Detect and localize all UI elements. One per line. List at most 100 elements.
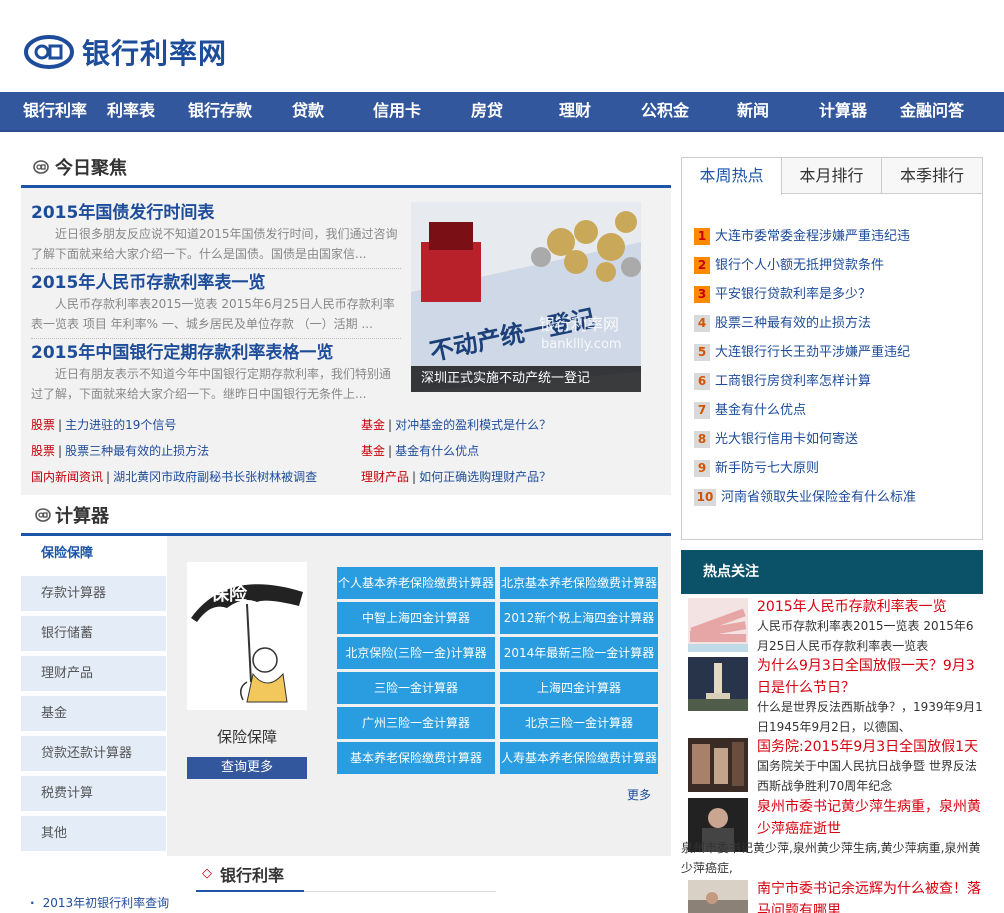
ranking-item-text[interactable]: 光大银行信用卡如何寄送: [715, 432, 858, 447]
insurance-label: 保险保障: [216, 728, 277, 746]
hot-item[interactable]: 泉州市委书记黄少萍生病重，泉州黄少萍癌症逝世 泉州市委书记黄少萍,泉州黄少萍生病…: [681, 796, 983, 876]
side-item-savings[interactable]: 银行储蓄: [21, 616, 166, 652]
ranking-item[interactable]: 5 大连银行行长王劲平涉嫌严重违纪: [694, 342, 910, 364]
ranking-item-text[interactable]: 平安银行贷款利率是多少？: [715, 287, 871, 302]
ranking-item[interactable]: 7 基金有什么优点: [694, 400, 806, 422]
ranking-item[interactable]: 4 股票三种最有效的止损方法: [694, 313, 871, 335]
ranking-item[interactable]: 9 新手防亏七大原则: [694, 458, 819, 480]
link-text[interactable]: 主力进驻的19个信号: [65, 418, 176, 432]
nav-item-housing-fund[interactable]: 公积金: [632, 92, 698, 132]
side-item-fund[interactable]: 基金: [21, 696, 166, 732]
site-logo[interactable]: 银行利率网: [24, 30, 254, 74]
bank-rate-link[interactable]: · 2013年初银行利率查询: [30, 894, 169, 911]
tab-this-month[interactable]: 本月排行: [782, 158, 882, 194]
ranking-item-text[interactable]: 河南省领取失业保险金有什么标准: [721, 490, 916, 505]
calc-button[interactable]: 中智上海四金计算器: [337, 602, 495, 634]
calc-button[interactable]: 个人基本养老保险缴费计算器: [337, 567, 495, 599]
hot-item-title[interactable]: 2015年人民币存款利率表一览: [757, 596, 947, 618]
quick-link[interactable]: 国内新闻资讯 | 湖北黄冈市政府副秘书长张树林被调查: [31, 468, 317, 485]
side-item-loan-calc[interactable]: 贷款还款计算器: [21, 736, 166, 772]
link-separator: |: [58, 418, 63, 432]
side-item-other[interactable]: 其他: [21, 816, 166, 852]
hot-item[interactable]: 2015年人民币存款利率表一览 人民币存款利率表2015一览表 2015年6月2…: [681, 596, 983, 654]
ranking-item[interactable]: 2 银行个人小额无抵押贷款条件: [694, 255, 884, 277]
article-title[interactable]: 2015年国债发行时间表: [31, 202, 401, 224]
hot-thumbnail[interactable]: [688, 738, 748, 792]
hot-thumbnail[interactable]: [688, 598, 748, 652]
link-category[interactable]: 股票: [31, 418, 55, 432]
calc-button[interactable]: 人寿基本养老保险缴费计算器: [500, 742, 658, 774]
calc-button[interactable]: 上海四金计算器: [500, 672, 658, 704]
link-category[interactable]: 理财产品: [361, 470, 409, 484]
ranking-item[interactable]: 1 大连市委常委金程涉嫌严重违纪违: [694, 226, 910, 248]
ranking-item-text[interactable]: 工商银行房贷利率怎样计算: [715, 374, 871, 389]
hot-item[interactable]: 为什么9月3日全国放假一天？9月3日是什么节日？ 什么是世界反法西斯战争？，19…: [681, 655, 983, 735]
article-title[interactable]: 2015年中国银行定期存款利率表格一览: [31, 342, 401, 364]
nav-item-rate-table[interactable]: 利率表: [100, 92, 162, 132]
calc-button[interactable]: 北京保险(三险一金)计算器: [337, 637, 495, 669]
link-category[interactable]: 国内新闻资讯: [31, 470, 103, 484]
nav-item-finance[interactable]: 理财: [550, 92, 600, 132]
calculator-header: 计算器: [21, 500, 671, 536]
article-title[interactable]: 2015年人民币存款利率表一览: [31, 272, 401, 294]
calc-button[interactable]: 北京三险一金计算器: [500, 707, 658, 739]
calc-button[interactable]: 2012新个税上海四金计算器: [500, 602, 658, 634]
side-item-insurance[interactable]: 保险保障: [21, 536, 166, 572]
calc-button[interactable]: 广州三险一金计算器: [337, 707, 495, 739]
calc-button[interactable]: 2014年最新三险一金计算器: [500, 637, 658, 669]
ranking-item-text[interactable]: 基金有什么优点: [715, 403, 806, 418]
ranking-item[interactable]: 8 光大银行信用卡如何寄送: [694, 429, 858, 451]
quick-link[interactable]: 股票 | 主力进驻的19个信号: [31, 416, 176, 433]
ranking-item-text[interactable]: 银行个人小额无抵押贷款条件: [715, 258, 884, 273]
hot-item[interactable]: 南宁市委书记余远辉为什么被查！落马问题有哪里: [681, 878, 983, 913]
nav-item-finance-qa[interactable]: 金融问答: [894, 92, 970, 132]
side-item-finance-product[interactable]: 理财产品: [21, 656, 166, 692]
ranking-item-text[interactable]: 大连银行行长王劲平涉嫌严重违纪: [715, 345, 910, 360]
link-category[interactable]: 基金: [361, 444, 385, 458]
hot-item[interactable]: 国务院:2015年9月3日全国放假1天 国务院关于中国人民抗日战争暨 世界反法西…: [681, 736, 983, 794]
hot-item-title[interactable]: 泉州市委书记黄少萍生病重，泉州黄少萍癌症逝世: [757, 796, 983, 840]
insurance-image[interactable]: 保险: [187, 562, 307, 710]
focus-photo[interactable]: 不动产统一登记 银行利率网 bankllly.com 深圳正式实施不动产统一登记: [411, 202, 641, 392]
query-more-button[interactable]: 查询更多: [187, 757, 307, 779]
ranking-item[interactable]: 10 河南省领取失业保险金有什么标准: [694, 487, 916, 509]
tab-this-quarter[interactable]: 本季排行: [882, 158, 982, 194]
ranking-item-text[interactable]: 新手防亏七大原则: [715, 461, 819, 476]
link-category[interactable]: 股票: [31, 444, 55, 458]
nav-item-calculator[interactable]: 计算器: [810, 92, 876, 132]
more-link[interactable]: 更多: [627, 786, 651, 803]
nav-item-mortgage[interactable]: 房贷: [462, 92, 512, 132]
link-text[interactable]: 如何正确选购理财产品？: [419, 470, 551, 484]
calc-button[interactable]: 北京基本养老保险缴费计算器: [500, 567, 658, 599]
nav-item-bank-rate[interactable]: 银行利率: [14, 92, 96, 132]
link-text[interactable]: 湖北黄冈市政府副秘书长张树林被调查: [113, 470, 317, 484]
hot-item-title[interactable]: 国务院:2015年9月3日全国放假1天: [757, 736, 978, 758]
link-text[interactable]: 股票三种最有效的止损方法: [65, 444, 209, 458]
calc-button[interactable]: 基本养老保险缴费计算器: [337, 742, 495, 774]
quick-link[interactable]: 理财产品 | 如何正确选购理财产品？: [361, 468, 551, 485]
calc-button[interactable]: 三险一金计算器: [337, 672, 495, 704]
ranking-item[interactable]: 3 平安银行贷款利率是多少？: [694, 284, 871, 306]
ranking-item-text[interactable]: 大连市委常委金程涉嫌严重违纪违: [715, 229, 910, 244]
quick-link[interactable]: 基金 | 对冲基金的盈利模式是什么？: [361, 416, 551, 433]
hot-thumbnail[interactable]: [688, 657, 748, 711]
bank-rate-link-text[interactable]: 2013年初银行利率查询: [43, 896, 170, 910]
ranking-item-text[interactable]: 股票三种最有效的止损方法: [715, 316, 871, 331]
link-category[interactable]: 基金: [361, 418, 385, 432]
hot-item-title[interactable]: 为什么9月3日全国放假一天？9月3日是什么节日？: [757, 655, 977, 699]
hot-thumbnail[interactable]: [688, 880, 748, 913]
photo-caption[interactable]: 深圳正式实施不动产统一登记: [411, 366, 641, 392]
nav-item-news[interactable]: 新闻: [728, 92, 778, 132]
nav-item-credit-card[interactable]: 信用卡: [366, 92, 428, 132]
link-text[interactable]: 基金有什么优点: [395, 444, 479, 458]
nav-item-deposit[interactable]: 银行存款: [180, 92, 260, 132]
nav-item-loan[interactable]: 贷款: [282, 92, 334, 132]
side-item-tax[interactable]: 税费计算: [21, 776, 166, 812]
quick-link[interactable]: 基金 | 基金有什么优点: [361, 442, 479, 459]
hot-item-title[interactable]: 南宁市委书记余远辉为什么被查！落马问题有哪里: [757, 878, 983, 913]
side-item-deposit-calc[interactable]: 存款计算器: [21, 576, 166, 612]
tab-this-week[interactable]: 本周热点: [682, 158, 782, 194]
link-text[interactable]: 对冲基金的盈利模式是什么？: [395, 418, 551, 432]
quick-link[interactable]: 股票 | 股票三种最有效的止损方法: [31, 442, 209, 459]
ranking-item[interactable]: 6 工商银行房贷利率怎样计算: [694, 371, 871, 393]
